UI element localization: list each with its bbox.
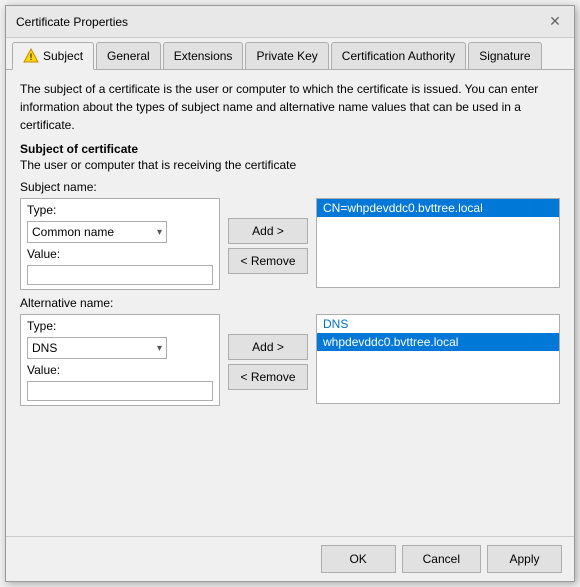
subject-add-button[interactable]: Add > (228, 218, 308, 244)
alt-name-section: Type: DNS ▾ Value: Add > < Remove DNS (20, 314, 560, 406)
alt-list-item-dns[interactable]: DNS (317, 315, 559, 333)
tab-signature-label: Signature (479, 49, 530, 63)
alt-type-row: Type: (27, 319, 213, 333)
alt-type-label: Type: (27, 319, 56, 333)
cancel-button[interactable]: Cancel (402, 545, 481, 573)
alt-list-col: DNS whpdevddc0.bvttree.local (316, 314, 560, 404)
subject-remove-button[interactable]: < Remove (228, 248, 308, 274)
tab-content: The subject of a certificate is the user… (6, 70, 574, 536)
subject-type-dropdown[interactable]: Common name ▾ (27, 221, 167, 243)
subject-cert-subtitle: The user or computer that is receiving t… (20, 158, 560, 172)
tab-general[interactable]: General (96, 42, 161, 69)
alt-value-row: Value: (27, 363, 213, 377)
tab-private-key-label: Private Key (256, 49, 317, 63)
description-text: The subject of a certificate is the user… (20, 80, 560, 134)
alt-remove-button[interactable]: < Remove (228, 364, 308, 390)
alt-type-value: DNS (32, 341, 57, 355)
dialog-footer: OK Cancel Apply (6, 536, 574, 581)
alt-list[interactable]: DNS whpdevddc0.bvttree.local (316, 314, 560, 404)
alt-list-item-value[interactable]: whpdevddc0.bvttree.local (317, 333, 559, 351)
alt-value-label: Value: (27, 363, 60, 377)
tab-signature[interactable]: Signature (468, 42, 541, 69)
tab-cert-authority-label: Certification Authority (342, 49, 455, 63)
warning-icon: ! (23, 48, 39, 64)
tab-extensions[interactable]: Extensions (163, 42, 244, 69)
subject-value-input[interactable] (27, 265, 213, 285)
subject-type-row: Type: (27, 203, 213, 217)
subject-type-label: Type: (27, 203, 56, 217)
tab-subject[interactable]: ! Subject (12, 42, 94, 70)
subject-value-label: Value: (27, 247, 60, 261)
dialog-title: Certificate Properties (16, 15, 128, 29)
ok-button[interactable]: OK (321, 545, 396, 573)
tab-certification-authority[interactable]: Certification Authority (331, 42, 466, 69)
alt-add-button[interactable]: Add > (228, 334, 308, 360)
tab-subject-label: Subject (43, 49, 83, 63)
alt-dropdown-chevron-icon: ▾ (157, 343, 162, 354)
subject-value-row: Value: (27, 247, 213, 261)
tabs-bar: ! Subject General Extensions Private Key… (6, 38, 574, 70)
close-button[interactable]: ✕ (546, 13, 564, 31)
subject-list-col: CN=whpdevddc0.bvttree.local (316, 198, 560, 288)
alt-name-label: Alternative name: (20, 296, 560, 310)
tab-general-label: General (107, 49, 150, 63)
subject-list-item[interactable]: CN=whpdevddc0.bvttree.local (317, 199, 559, 217)
subject-buttons: Add > < Remove (228, 218, 308, 274)
alt-name-box: Type: DNS ▾ Value: (20, 314, 220, 406)
subject-name-section: Type: Common name ▾ Value: Add > < Remov… (20, 198, 560, 290)
svg-text:!: ! (30, 52, 33, 62)
apply-button[interactable]: Apply (487, 545, 562, 573)
subject-cert-title: Subject of certificate (20, 142, 560, 156)
subject-type-value: Common name (32, 225, 114, 239)
tab-private-key[interactable]: Private Key (245, 42, 328, 69)
tab-extensions-label: Extensions (174, 49, 233, 63)
subject-list[interactable]: CN=whpdevddc0.bvttree.local (316, 198, 560, 288)
subject-name-box: Type: Common name ▾ Value: (20, 198, 220, 290)
alt-buttons: Add > < Remove (228, 334, 308, 390)
alt-type-dropdown[interactable]: DNS ▾ (27, 337, 167, 359)
title-bar: Certificate Properties ✕ (6, 6, 574, 38)
certificate-properties-dialog: Certificate Properties ✕ ! Subject Gener… (5, 5, 575, 582)
dropdown-chevron-icon: ▾ (157, 227, 162, 238)
subject-name-label: Subject name: (20, 180, 560, 194)
alt-value-input[interactable] (27, 381, 213, 401)
